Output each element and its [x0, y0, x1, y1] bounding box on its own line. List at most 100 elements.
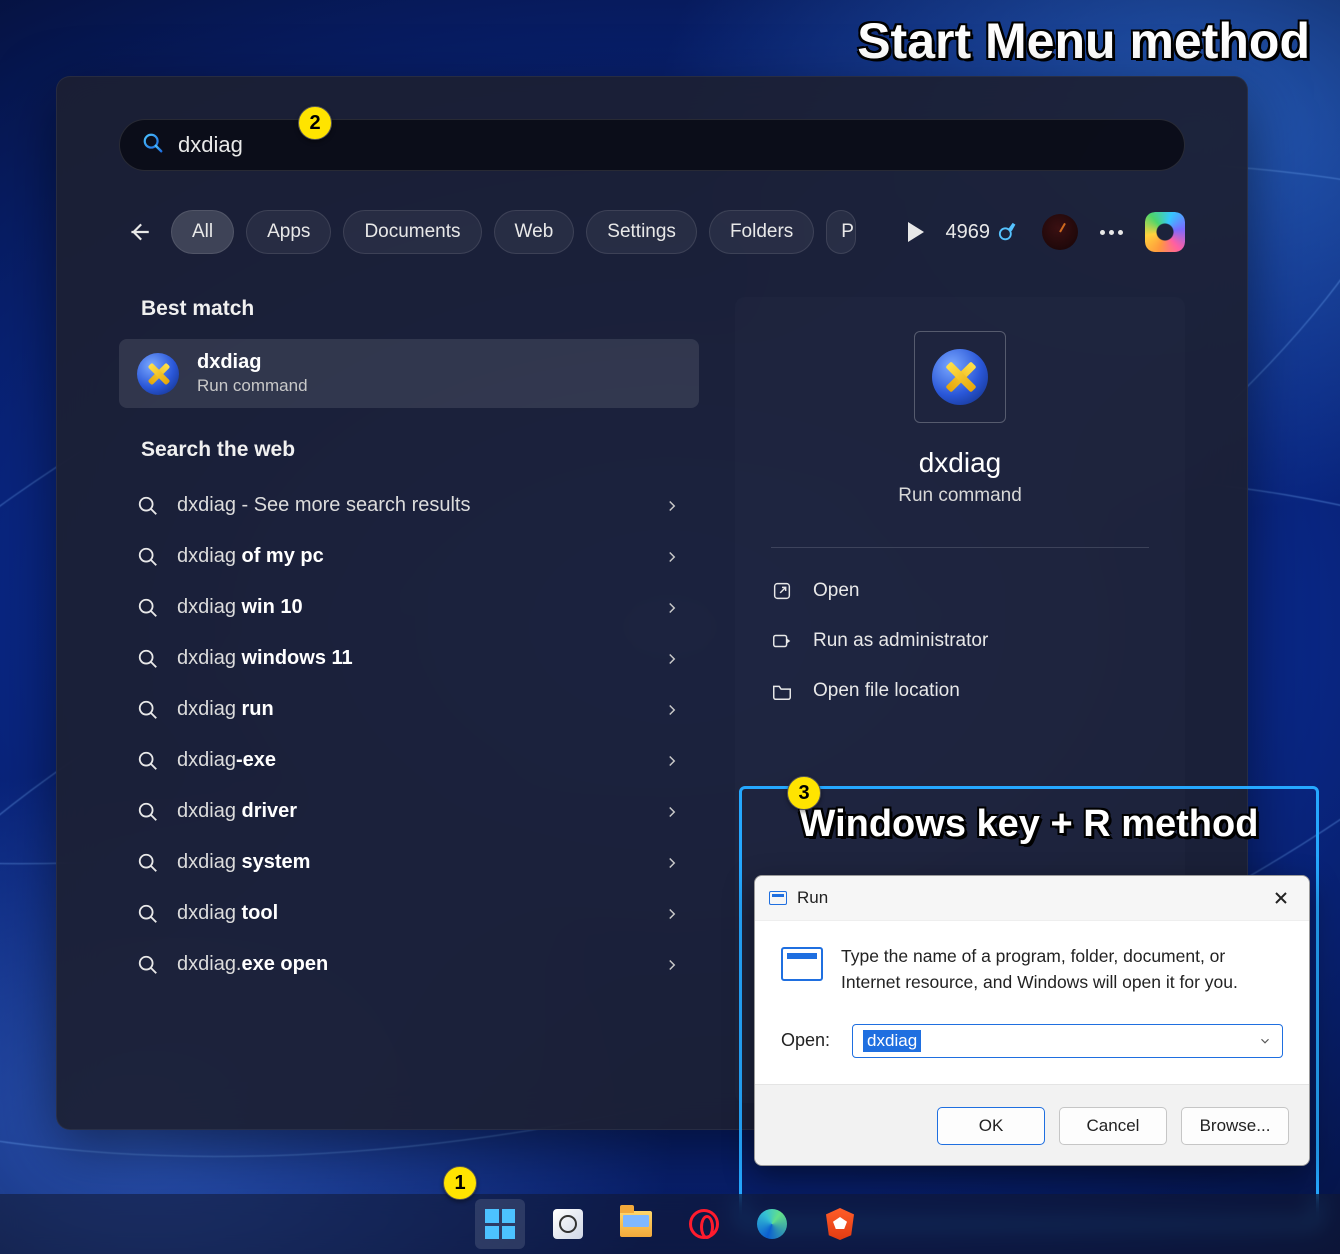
- chevron-right-icon: [663, 650, 681, 668]
- back-button[interactable]: [119, 212, 159, 252]
- chevron-right-icon: [663, 905, 681, 923]
- filter-settings[interactable]: Settings: [586, 210, 697, 254]
- web-result-5[interactable]: dxdiag-exe: [119, 735, 699, 786]
- web-result-7[interactable]: dxdiag system: [119, 837, 699, 888]
- run-description: Type the name of a program, folder, docu…: [841, 943, 1283, 996]
- web-result-text: dxdiag of my pc: [177, 545, 645, 568]
- search-icon: [137, 648, 159, 670]
- filter-more[interactable]: P: [826, 210, 856, 254]
- web-result-3[interactable]: dxdiag windows 11: [119, 633, 699, 684]
- action-open-location-label: Open file location: [813, 680, 960, 702]
- chevron-right-icon: [663, 854, 681, 872]
- ok-button[interactable]: OK: [937, 1107, 1045, 1145]
- run-window-title: Run: [797, 888, 828, 908]
- copilot-icon[interactable]: [1145, 212, 1185, 252]
- taskbar-explorer[interactable]: [611, 1199, 661, 1249]
- search-web-heading: Search the web: [141, 438, 699, 462]
- web-result-text: dxdiag win 10: [177, 596, 645, 619]
- taskbar-opera[interactable]: [679, 1199, 729, 1249]
- user-avatar[interactable]: [1042, 214, 1078, 250]
- close-button[interactable]: [1267, 884, 1295, 912]
- filter-web[interactable]: Web: [494, 210, 575, 254]
- browse-button[interactable]: Browse...: [1181, 1107, 1289, 1145]
- annotation-title-start: Start Menu method: [857, 12, 1310, 70]
- web-result-text: dxdiag tool: [177, 902, 645, 925]
- run-dialog: Run Type the name of a program, folder, …: [754, 875, 1310, 1166]
- search-icon: [137, 801, 159, 823]
- filter-documents[interactable]: Documents: [343, 210, 481, 254]
- preview-icon: [914, 331, 1006, 423]
- search-icon: [137, 852, 159, 874]
- chevron-right-icon: [663, 803, 681, 821]
- web-result-4[interactable]: dxdiag run: [119, 684, 699, 735]
- search-box[interactable]: [119, 119, 1185, 171]
- search-icon: [137, 750, 159, 772]
- action-run-admin-label: Run as administrator: [813, 630, 988, 652]
- web-result-8[interactable]: dxdiag tool: [119, 888, 699, 939]
- start-button[interactable]: [475, 1199, 525, 1249]
- taskbar-search[interactable]: [543, 1199, 593, 1249]
- folder-icon: [771, 680, 793, 702]
- search-icon: [137, 954, 159, 976]
- rewards-icon: [998, 221, 1020, 243]
- web-result-9[interactable]: dxdiag.exe open: [119, 939, 699, 990]
- web-result-text: dxdiag windows 11: [177, 647, 645, 670]
- best-match-title: dxdiag: [197, 351, 308, 374]
- chevron-right-icon: [663, 599, 681, 617]
- callout-1: 1: [443, 1166, 477, 1200]
- web-result-text: dxdiag driver: [177, 800, 645, 823]
- chevron-right-icon: [663, 752, 681, 770]
- search-icon: [137, 495, 159, 517]
- action-open-location[interactable]: Open file location: [759, 666, 1161, 716]
- search-icon: [137, 597, 159, 619]
- web-result-text: dxdiag run: [177, 698, 645, 721]
- points-value: 4969: [946, 221, 991, 244]
- play-icon[interactable]: [908, 222, 924, 242]
- annotation-title-run: Windows key + R method: [800, 803, 1259, 846]
- web-result-text: dxdiag system: [177, 851, 645, 874]
- open-value: dxdiag: [863, 1030, 921, 1052]
- results-pane: Best match dxdiag Run command Search the…: [119, 297, 699, 1103]
- run-icon: [781, 947, 823, 981]
- more-icon[interactable]: [1100, 230, 1123, 235]
- best-match-heading: Best match: [141, 297, 699, 321]
- web-result-2[interactable]: dxdiag win 10: [119, 582, 699, 633]
- taskbar-brave[interactable]: [815, 1199, 865, 1249]
- action-open[interactable]: Open: [759, 566, 1161, 616]
- taskbar: [0, 1194, 1340, 1254]
- search-icon: [142, 132, 164, 159]
- filter-all[interactable]: All: [171, 210, 234, 254]
- chevron-right-icon: [663, 956, 681, 974]
- open-combobox[interactable]: dxdiag: [852, 1024, 1283, 1058]
- rewards-points[interactable]: 4969: [946, 221, 1021, 244]
- dxdiag-icon: [137, 353, 179, 395]
- chevron-right-icon: [663, 497, 681, 515]
- web-result-0[interactable]: dxdiag - See more search results: [119, 480, 699, 531]
- web-result-1[interactable]: dxdiag of my pc: [119, 531, 699, 582]
- callout-3: 3: [787, 776, 821, 810]
- run-window-icon: [769, 891, 787, 905]
- filter-apps[interactable]: Apps: [246, 210, 331, 254]
- preview-subtitle: Run command: [735, 485, 1185, 507]
- search-icon: [137, 903, 159, 925]
- web-result-text: dxdiag - See more search results: [177, 494, 645, 517]
- chevron-right-icon: [663, 548, 681, 566]
- best-match-item[interactable]: dxdiag Run command: [119, 339, 699, 408]
- search-icon: [137, 699, 159, 721]
- best-match-subtitle: Run command: [197, 376, 308, 396]
- cancel-button[interactable]: Cancel: [1059, 1107, 1167, 1145]
- shield-icon: [771, 630, 793, 652]
- open-icon: [771, 580, 793, 602]
- search-icon: [137, 546, 159, 568]
- taskbar-edge[interactable]: [747, 1199, 797, 1249]
- web-result-6[interactable]: dxdiag driver: [119, 786, 699, 837]
- action-open-label: Open: [813, 580, 859, 602]
- run-method-panel: Windows key + R method Run Type the name…: [739, 786, 1319, 1226]
- chevron-right-icon: [663, 701, 681, 719]
- filter-folders[interactable]: Folders: [709, 210, 814, 254]
- action-run-admin[interactable]: Run as administrator: [759, 616, 1161, 666]
- callout-2: 2: [298, 106, 332, 140]
- preview-title: dxdiag: [735, 447, 1185, 479]
- chevron-down-icon: [1258, 1034, 1272, 1048]
- web-result-text: dxdiag-exe: [177, 749, 645, 772]
